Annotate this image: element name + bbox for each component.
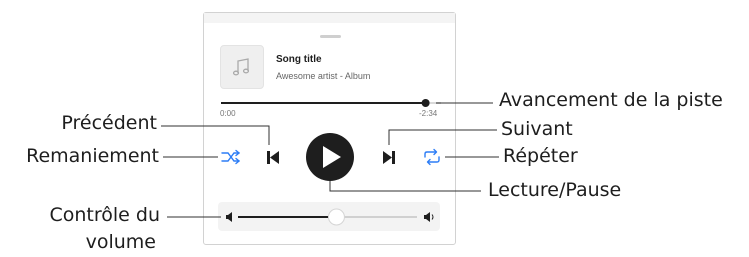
label-volume-line1: Contrôle du xyxy=(49,204,160,226)
repeat-icon[interactable] xyxy=(424,148,440,166)
skip-previous-icon[interactable] xyxy=(267,151,279,164)
label-shuffle: Remaniement xyxy=(26,145,159,167)
progress-knob[interactable] xyxy=(421,99,430,107)
leader-next xyxy=(388,129,497,145)
volume-knob[interactable] xyxy=(327,208,345,226)
volume-high-icon xyxy=(424,212,434,222)
skip-next-icon[interactable] xyxy=(383,151,395,164)
shuffle-icon[interactable] xyxy=(221,149,241,165)
label-track-progress: Avancement de la piste xyxy=(499,89,723,111)
leader-play-pause xyxy=(329,181,481,192)
leader-previous xyxy=(161,125,270,145)
label-repeat: Répéter xyxy=(503,145,578,167)
label-next: Suivant xyxy=(501,118,573,140)
volume-low-icon xyxy=(226,212,232,222)
label-play-pause: Lecture/Pause xyxy=(488,179,622,201)
label-volume-line2: volume xyxy=(85,231,156,253)
label-previous: Précédent xyxy=(61,112,157,134)
